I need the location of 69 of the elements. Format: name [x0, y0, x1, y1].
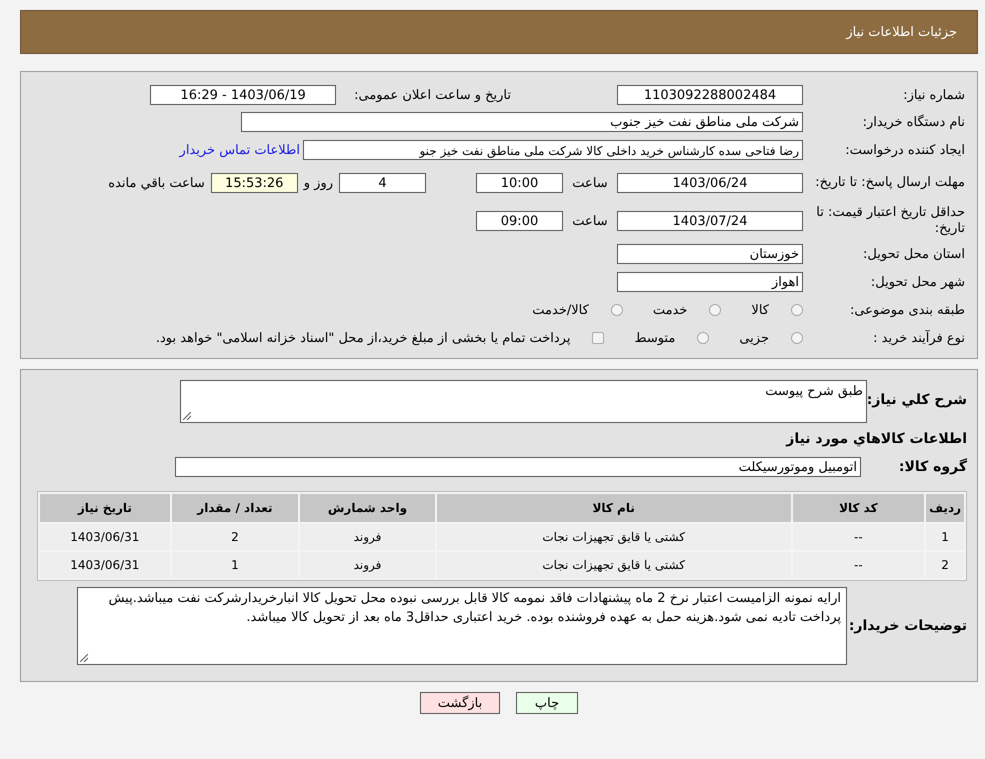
table-cell: 1403/06/31	[40, 552, 170, 578]
table-cell: 1	[926, 524, 964, 550]
radio-button[interactable]	[791, 332, 803, 344]
table-cell: --	[792, 524, 924, 550]
field-label: حداقل تاریخ اعتبار قیمت: تا تاریخ:	[815, 205, 965, 237]
back-button[interactable]: بازگشت	[420, 692, 500, 714]
field-label: شماره نیاز:	[902, 88, 965, 102]
checkbox-label: پرداخت تمام یا بخشی از مبلغ خرید،از محل "اسناد خزانه اسلامی" خواهد بود.	[156, 330, 570, 346]
radio-button[interactable]	[791, 304, 803, 316]
province-field[interactable]: خوزستان	[617, 244, 803, 264]
column-header: ردیف	[926, 494, 964, 522]
notes-textarea[interactable]: ارایه نمونه الزامیست اعتبار نرخ 2 ماه پیشنهادات فاقد نمومه کالا قابل بررسی نبوده محل تحویل کالا انبارخریدارشرکت نفت میباشد.پیش پرداخت تادیه نمی شود.هزینه حمل به عهده فروشنده بوده. خرید اعتباری حداقل3 ماه بعد از تحویل کالا میباشد.	[77, 587, 847, 665]
radio-label: جزیی	[739, 330, 769, 346]
table-cell: فروند	[300, 524, 435, 550]
print-button[interactable]: چاپ	[516, 692, 578, 714]
field-label: طبقه بندی موضوعی:	[848, 302, 965, 318]
field-label: توضیحات خریدار:	[848, 618, 967, 634]
requester-field[interactable]: رضا فتاحی سده کارشناس خرید داخلی کالا شرکت ملی مناطق نفت خیز جنو	[303, 140, 803, 160]
field-label: نام دستگاه خریدار:	[862, 114, 965, 130]
field-label: نوع فرآیند خرید :	[872, 330, 965, 346]
table-cell: 2	[172, 524, 298, 550]
remaining-label: ساعت باقي مانده	[107, 176, 206, 190]
column-header: تعداد / مقدار	[172, 494, 298, 522]
time-label: ساعت	[571, 176, 609, 190]
radio-label: متوسط	[634, 330, 676, 346]
description-textarea[interactable]: طبق شرح پیوست	[180, 380, 867, 423]
radio-button[interactable]	[709, 304, 722, 316]
goods-group-field[interactable]: اتومبیل وموتورسیکلت	[175, 457, 861, 477]
field-label: شهر محل تحویل:	[870, 274, 965, 290]
remaining-time-field[interactable]: 15:53:26	[210, 173, 298, 193]
validity-date-field[interactable]: 1403/07/24	[617, 211, 803, 231]
page-title: جزئیات اطلاعات نیاز	[846, 24, 957, 40]
radio-label: خدمت	[652, 302, 688, 318]
field-label: استان محل تحویل:	[862, 246, 965, 262]
table-cell: 1403/06/31	[40, 524, 170, 550]
table-cell: 1	[172, 552, 298, 578]
need-number-field[interactable]: 1103092288002484	[617, 85, 803, 105]
city-field[interactable]: اهواز	[617, 272, 803, 292]
resize-grip-icon	[183, 412, 191, 420]
deadline-time-field[interactable]: 10:00	[476, 173, 563, 193]
radio-label: کالا/خدمت	[532, 302, 589, 318]
radio-button[interactable]	[610, 304, 623, 316]
table-cell: فروند	[300, 552, 435, 578]
column-header: تاریخ نیاز	[40, 494, 170, 522]
field-label: شرح کلي نياز:	[867, 391, 967, 408]
column-header: نام کالا	[436, 494, 790, 522]
buyer-field[interactable]: شرکت ملی مناطق نفت خیز جنوب	[241, 112, 803, 132]
column-header: کد کالا	[792, 494, 924, 522]
checkbox[interactable]	[592, 332, 604, 344]
field-label: گروه کالا:	[898, 459, 967, 475]
days-label: روز و	[302, 176, 334, 190]
field-label: تاریخ و ساعت اعلان عمومی:	[353, 88, 512, 102]
validity-time-field[interactable]: 09:00	[476, 211, 563, 231]
deadline-date-field[interactable]: 1403/06/24	[617, 173, 803, 193]
announce-date-field[interactable]: 1403/06/19 - 16:29	[150, 85, 336, 105]
table-cell: --	[792, 552, 924, 578]
time-label: ساعت	[571, 214, 609, 228]
field-label: مهلت ارسال پاسخ: تا تاریخ:	[814, 175, 965, 191]
table-cell: 2	[926, 552, 964, 578]
section-heading: اطلاعات کالاهاي مورد نياز	[784, 431, 967, 447]
resize-grip-icon	[80, 654, 88, 662]
buyer-contact-link[interactable]: اطلاعات تماس خریدار	[180, 142, 300, 158]
radio-button[interactable]	[697, 332, 710, 344]
column-header: واحد شمارش	[300, 494, 435, 522]
table-cell: کشتی یا قایق تجهیزات نجات	[436, 524, 790, 550]
radio-label: کالا	[751, 302, 769, 318]
field-label: ایجاد کننده درخواست:	[844, 142, 965, 158]
days-field[interactable]: 4	[339, 173, 426, 193]
table-cell: کشتی یا قایق تجهیزات نجات	[436, 552, 790, 578]
